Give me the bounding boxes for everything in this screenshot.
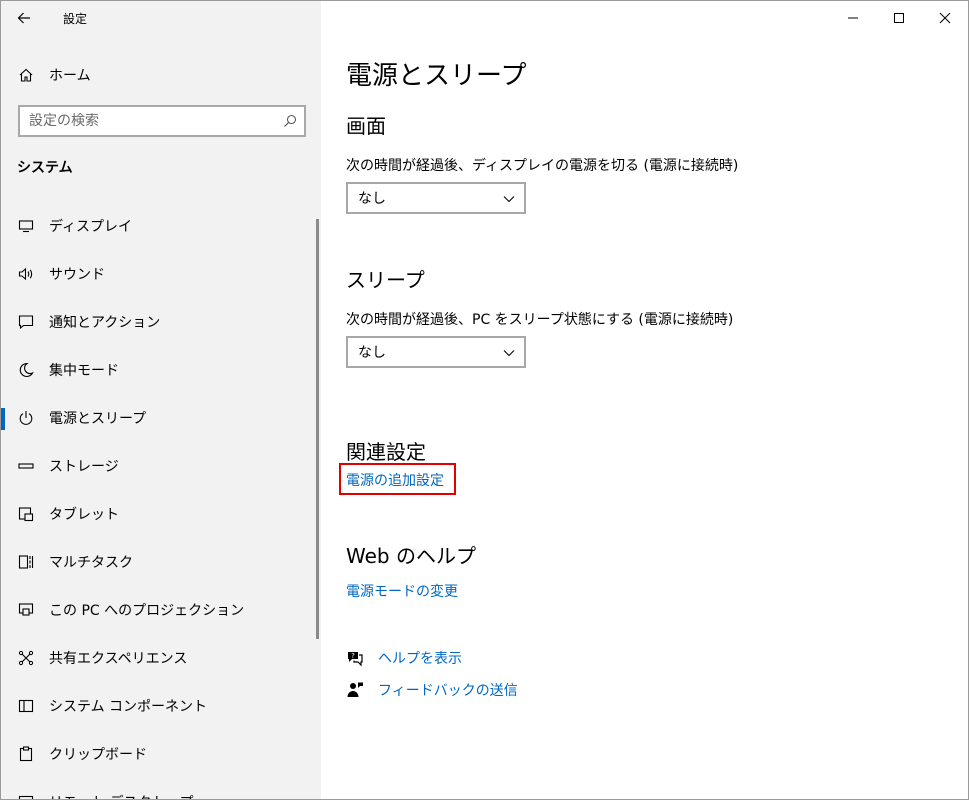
speaker-icon bbox=[17, 265, 35, 283]
sidebar-item-label: クリップボード bbox=[49, 747, 147, 763]
display-icon bbox=[17, 217, 35, 235]
screen-timeout-dropdown[interactable]: なし bbox=[346, 182, 526, 214]
window-title: 設定 bbox=[63, 11, 88, 26]
sidebar-item-label: 集中モード bbox=[49, 363, 119, 379]
settings-window: 設定 ホーム システム ディスプレイ サウンド 通知とアクション bbox=[0, 0, 969, 800]
sidebar-item-label: 通知とアクション bbox=[49, 315, 161, 331]
chevron-down-icon bbox=[503, 196, 515, 203]
sleep-timeout-value: なし bbox=[358, 345, 386, 361]
chevron-down-icon bbox=[503, 350, 515, 357]
sidebar-item-remote[interactable]: リモート デスクトップ bbox=[1, 778, 321, 799]
nav-list: ディスプレイ サウンド 通知とアクション 集中モード 電源とスリープ ストレージ bbox=[1, 202, 321, 799]
sleep-timeout-dropdown[interactable]: なし bbox=[346, 336, 526, 368]
tablet-icon bbox=[17, 505, 35, 523]
components-icon bbox=[17, 697, 35, 715]
sidebar-item-power[interactable]: 電源とスリープ bbox=[1, 394, 321, 442]
sidebar-item-storage[interactable]: ストレージ bbox=[1, 442, 321, 490]
sidebar-item-display[interactable]: ディスプレイ bbox=[1, 202, 321, 250]
sidebar-item-shared[interactable]: 共有エクスペリエンス bbox=[1, 634, 321, 682]
sidebar-item-focus[interactable]: 集中モード bbox=[1, 346, 321, 394]
additional-power-settings-link[interactable]: 電源の追加設定 bbox=[346, 470, 444, 490]
sidebar-item-multitask[interactable]: マルチタスク bbox=[1, 538, 321, 586]
sidebar-item-label: タブレット bbox=[49, 507, 119, 523]
page-title: 電源とスリープ bbox=[346, 61, 527, 91]
home-label: ホーム bbox=[49, 68, 91, 84]
clipboard-icon bbox=[17, 745, 35, 763]
power-icon bbox=[17, 409, 35, 427]
section-label: システム bbox=[17, 160, 73, 176]
sidebar-item-notifications[interactable]: 通知とアクション bbox=[1, 298, 321, 346]
back-arrow-icon bbox=[17, 12, 30, 24]
sidebar-item-projection[interactable]: この PC へのプロジェクション bbox=[1, 586, 321, 634]
home-icon bbox=[17, 66, 35, 84]
message-icon bbox=[17, 313, 35, 331]
sidebar-item-tablet[interactable]: タブレット bbox=[1, 490, 321, 538]
search-box[interactable] bbox=[18, 105, 306, 137]
sidebar: 設定 ホーム システム ディスプレイ サウンド 通知とアクション bbox=[1, 1, 321, 799]
sidebar-item-label: この PC へのプロジェクション bbox=[49, 603, 245, 619]
sidebar-item-clipboard[interactable]: クリップボード bbox=[1, 730, 321, 778]
screen-heading: 画面 bbox=[346, 114, 386, 138]
back-button[interactable] bbox=[1, 1, 47, 35]
sidebar-item-label: リモート デスクトップ bbox=[49, 792, 193, 799]
sidebar-item-sound[interactable]: サウンド bbox=[1, 250, 321, 298]
main-content: 電源とスリープ 画面 次の時間が経過後、ディスプレイの電源を切る (電源に接続時… bbox=[339, 1, 946, 799]
multitask-icon bbox=[17, 553, 35, 571]
sidebar-item-label: システム コンポーネント bbox=[49, 699, 208, 715]
remote-icon bbox=[17, 793, 35, 799]
search-icon bbox=[284, 114, 297, 127]
sidebar-item-label: マルチタスク bbox=[49, 555, 133, 571]
sidebar-scrollbar[interactable] bbox=[316, 219, 319, 639]
moon-icon bbox=[17, 361, 35, 379]
sidebar-item-home[interactable]: ホーム bbox=[1, 57, 321, 93]
send-feedback-label: フィードバックの送信 bbox=[378, 683, 518, 699]
web-help-heading: Web のヘルプ bbox=[346, 544, 476, 568]
share-icon bbox=[17, 649, 35, 667]
related-settings-heading: 関連設定 bbox=[346, 440, 426, 464]
send-feedback-link[interactable]: フィードバックの送信 bbox=[346, 680, 518, 700]
svg-text:?: ? bbox=[351, 652, 355, 660]
sidebar-item-label: 共有エクスペリエンス bbox=[49, 651, 188, 667]
sidebar-item-label: ディスプレイ bbox=[49, 219, 133, 235]
change-power-mode-link[interactable]: 電源モードの変更 bbox=[346, 581, 458, 601]
projection-icon bbox=[17, 601, 35, 619]
screen-description: 次の時間が経過後、ディスプレイの電源を切る (電源に接続時) bbox=[346, 158, 739, 174]
sidebar-item-label: サウンド bbox=[49, 267, 105, 283]
screen-timeout-value: なし bbox=[358, 191, 386, 207]
help-chat-icon: ? bbox=[348, 652, 363, 667]
sidebar-item-components[interactable]: システム コンポーネント bbox=[1, 682, 321, 730]
sleep-heading: スリープ bbox=[346, 268, 425, 292]
titlebar-left: 設定 bbox=[1, 1, 321, 35]
storage-icon bbox=[17, 457, 35, 475]
get-help-link[interactable]: ? ヘルプを表示 bbox=[346, 648, 462, 668]
sleep-description: 次の時間が経過後、PC をスリープ状態にする (電源に接続時) bbox=[346, 312, 734, 328]
sidebar-item-label: 電源とスリープ bbox=[49, 411, 147, 427]
sidebar-item-label: ストレージ bbox=[49, 459, 119, 475]
get-help-label: ヘルプを表示 bbox=[378, 651, 462, 667]
search-input[interactable] bbox=[29, 113, 269, 129]
feedback-icon bbox=[347, 682, 363, 697]
